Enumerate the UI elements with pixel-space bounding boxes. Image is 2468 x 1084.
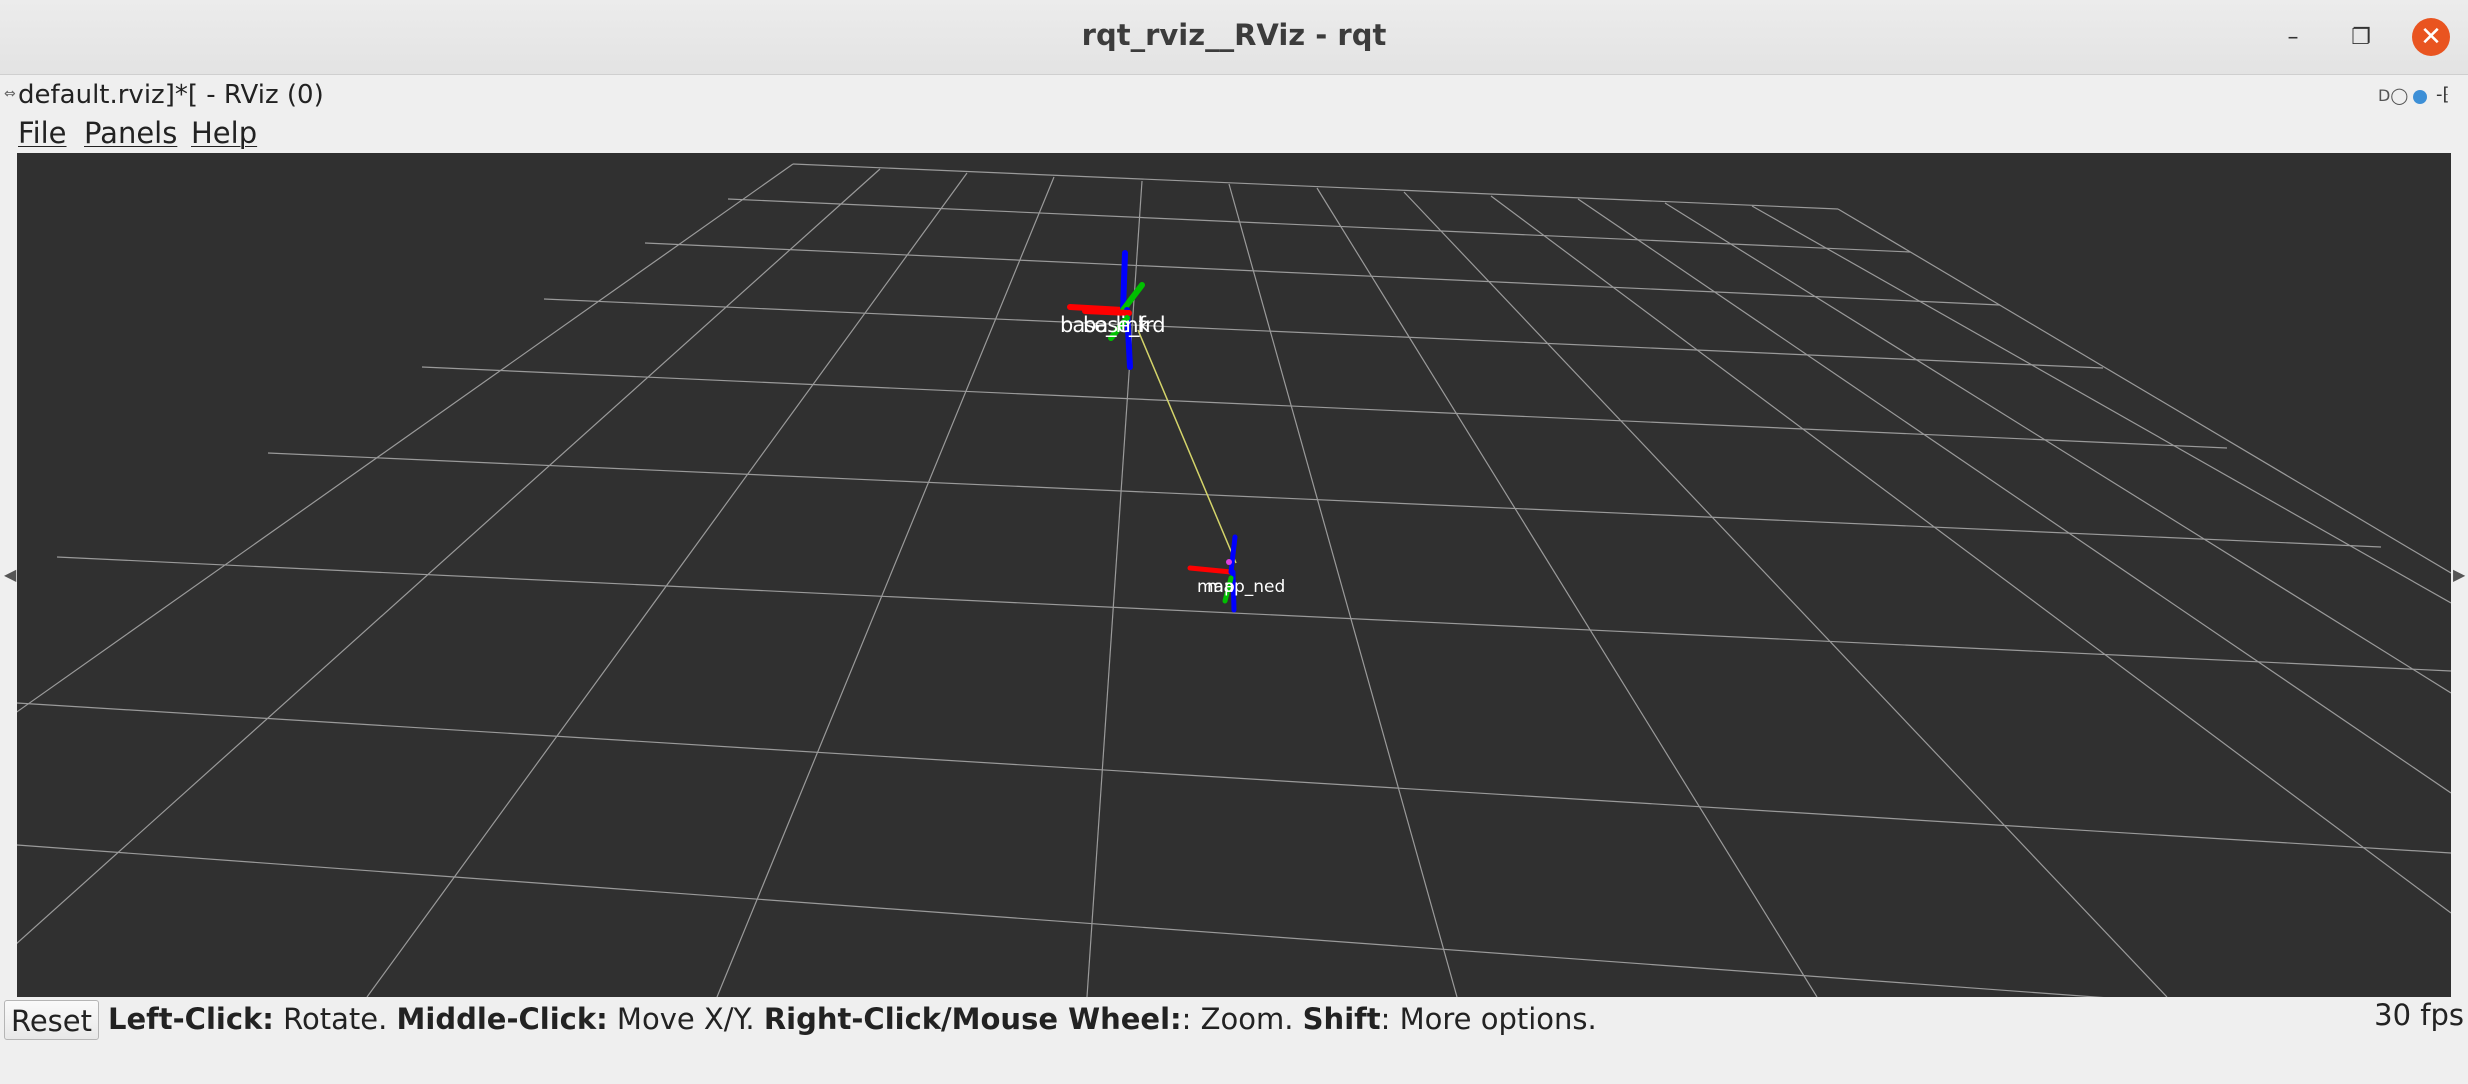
- tf-link-line: [1137, 329, 1237, 564]
- grid-line: [17, 163, 794, 713]
- dock-widget-icon[interactable]: D◯: [2378, 86, 2408, 105]
- rqt-window: rqt_rviz__RViz - rqt – ❐ ✕ ⇔ default.rvi…: [0, 0, 2468, 1084]
- grid-line: [17, 168, 881, 944]
- grid-line: [716, 176, 1055, 997]
- x-axis: [1187, 565, 1234, 575]
- grid-line: [1403, 191, 2168, 997]
- grid-line: [1751, 205, 2451, 604]
- menu-file[interactable]: File: [18, 116, 67, 150]
- plugin-title: default.rviz]*[ - RViz (0): [18, 80, 324, 110]
- hint-text: Move X/Y.: [607, 1002, 764, 1036]
- maximize-icon[interactable]: ❐: [2343, 20, 2379, 56]
- map-origin-marker: [1226, 559, 1232, 565]
- z-axis: [1228, 534, 1238, 575]
- grid-and-frames: [17, 163, 2451, 997]
- help-icon[interactable]: [2413, 89, 2428, 104]
- menu-panels[interactable]: Panels: [84, 116, 177, 150]
- dock-handle-icon[interactable]: ⇔: [4, 86, 16, 102]
- menu-help[interactable]: Help: [191, 116, 257, 150]
- grid-line: [267, 452, 2382, 548]
- plugin-close-icon[interactable]: -⁅: [2436, 84, 2450, 105]
- 3d-render-view[interactable]: base_link base_frd map map_ned: [17, 153, 2451, 997]
- hint-text: Rotate.: [273, 1002, 397, 1036]
- grid-line: [1316, 187, 1818, 997]
- z-axis: [1120, 250, 1128, 313]
- grid-line: [56, 556, 2451, 672]
- grid-line: [366, 172, 968, 997]
- reset-button[interactable]: Reset: [4, 1000, 99, 1040]
- grid-line: [792, 163, 1839, 210]
- status-bar: Reset Left-Click: Rotate. Middle-Click: …: [0, 998, 2468, 1044]
- window-titlebar[interactable]: rqt_rviz__RViz - rqt – ❐ ✕: [0, 0, 2468, 75]
- mouse-help-text: Left-Click: Rotate. Middle-Click: Move X…: [108, 1002, 1597, 1036]
- base-link-axes: [1067, 250, 1145, 370]
- hint-key: Left-Click:: [108, 1002, 274, 1036]
- fps-counter: 30 fps: [2374, 998, 2464, 1032]
- map-axes: [1187, 534, 1238, 613]
- right-panel-toggle-icon[interactable]: ▶: [2453, 565, 2465, 584]
- plugin-dock-buttons[interactable]: D◯: [2378, 86, 2428, 105]
- close-icon[interactable]: ✕: [2412, 18, 2450, 56]
- grid-line: [1837, 208, 2451, 574]
- hint-text: : Zoom.: [1181, 1002, 1303, 1036]
- left-panel-toggle-icon[interactable]: ◀: [4, 565, 16, 584]
- minimize-icon[interactable]: –: [2275, 20, 2311, 56]
- hint-key: Shift: [1302, 1002, 1381, 1036]
- frame-label-map-ned: map_ned: [1207, 577, 1286, 597]
- grid-line: [17, 702, 2451, 854]
- grid-line: [17, 844, 2104, 997]
- grid-line: [644, 242, 2001, 306]
- grid-line: [421, 366, 2228, 449]
- grid-line: [543, 298, 2104, 369]
- hint-key: Middle-Click:: [396, 1002, 608, 1036]
- hint-text: : More options.: [1380, 1002, 1597, 1036]
- grid-line: [727, 198, 1911, 253]
- grid-line: [1086, 180, 1143, 997]
- hint-key: Right-Click/Mouse Wheel:: [763, 1002, 1182, 1036]
- frame-label-base-frd: base_frd: [1083, 313, 1166, 337]
- window-title: rqt_rviz__RViz - rqt: [1081, 18, 1387, 52]
- grid-line: [1577, 198, 2451, 794]
